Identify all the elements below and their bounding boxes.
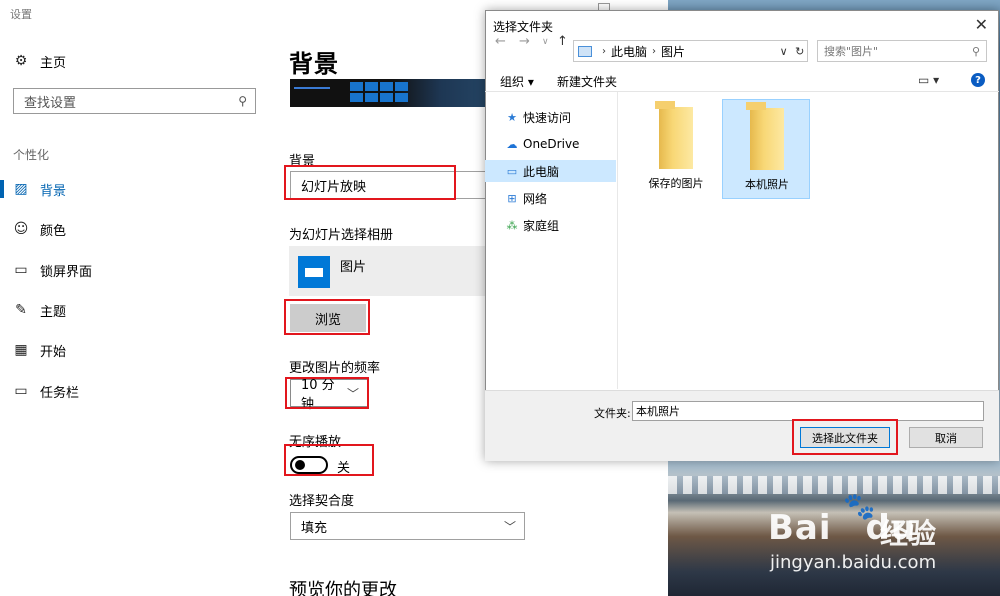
organize-menu[interactable]: 组织 ▾ (500, 73, 534, 90)
nav-item-onedrive[interactable]: ☁ OneDrive (485, 133, 616, 155)
breadcrumb-item[interactable]: 此电脑 (611, 43, 647, 60)
search-icon: ⚲ (971, 44, 980, 58)
sidebar-item-label: 锁屏界面 (40, 264, 93, 280)
window-title: 设置 (10, 8, 32, 21)
sidebar-item-home[interactable]: ⚙ 主页 (12, 49, 66, 73)
nav-item-network[interactable]: ⊞ 网络 (485, 187, 616, 209)
nav-item-quick-access[interactable]: ★ 快速访问 (485, 106, 616, 128)
toggle-state: 关 (337, 461, 351, 476)
folder-name: 保存的图片 (648, 177, 704, 190)
preview-heading: 预览你的更改 (289, 580, 397, 596)
folder-icon (655, 101, 693, 169)
forward-arrow-icon[interactable]: → (519, 34, 530, 49)
folder-field-label: 文件夹: (594, 407, 631, 420)
start-icon: ▦ (14, 342, 28, 358)
search-icon: ⚲ (238, 94, 247, 108)
dropdown-value: 10 分钟 (301, 378, 335, 412)
breadcrumb-item[interactable]: 图片 (661, 43, 685, 60)
computer-icon (578, 45, 592, 57)
computer-icon: ▭ (506, 164, 518, 178)
sidebar-item-label: 背景 (40, 183, 67, 199)
fit-dropdown[interactable]: 填充 ﹀ (290, 512, 525, 540)
frequency-dropdown[interactable]: 10 分钟 ﹀ (290, 378, 368, 412)
fit-label: 选择契合度 (289, 494, 355, 509)
search-placeholder: 查找设置 (24, 95, 77, 111)
shuffle-label: 无序播放 (289, 435, 342, 450)
album-icon (298, 256, 330, 288)
network-icon: ⊞ (507, 191, 517, 205)
sidebar-item-themes[interactable]: ✎ 主题 (12, 298, 66, 322)
dropdown-value: 幻灯片放映 (301, 179, 367, 195)
folder-name: 本机照片 (745, 178, 789, 191)
folder-item[interactable]: 保存的图片 (632, 99, 720, 199)
close-icon[interactable]: ✕ (975, 15, 988, 34)
view-options-icon[interactable]: ▭ ▾ (918, 73, 939, 87)
nav-item-this-pc[interactable]: ▭ 此电脑 (485, 160, 616, 182)
browse-button[interactable]: 浏览 (290, 304, 366, 332)
lockscreen-icon: ▭ (14, 262, 28, 278)
sidebar-item-label: 主页 (40, 55, 67, 71)
section-label: 个性化 (13, 148, 50, 162)
address-bar[interactable]: › 此电脑 › 图片 (573, 40, 808, 62)
folder-icon (746, 102, 784, 170)
sidebar-item-lockscreen[interactable]: ▭ 锁屏界面 (12, 258, 92, 282)
album-name: 图片 (340, 260, 367, 275)
dialog-title: 选择文件夹 (493, 20, 554, 34)
sidebar-item-label: 开始 (40, 344, 67, 360)
folder-name-input[interactable]: 本机照片 (632, 401, 984, 421)
cancel-button[interactable]: 取消 (909, 427, 983, 448)
sidebar-item-taskbar[interactable]: ▭ 任务栏 (12, 379, 79, 403)
active-indicator (0, 180, 4, 198)
new-folder-button[interactable]: 新建文件夹 (557, 73, 617, 90)
watermark-brand-cn: 经验 (880, 517, 937, 550)
background-label: 背景 (289, 154, 316, 169)
dialog-search-input[interactable]: 搜索"图片" ⚲ (817, 40, 987, 62)
album-label: 为幻灯片选择相册 (289, 228, 394, 243)
folder-item[interactable]: 本机照片 (722, 99, 810, 199)
help-icon[interactable]: ? (971, 73, 985, 87)
sidebar-item-label: 颜色 (40, 223, 67, 239)
page-title: 背景 (289, 50, 339, 78)
navigation-pane: ★ 快速访问 ☁ OneDrive ▭ 此电脑 ⊞ 网络 ⁂ 家庭组 (485, 92, 618, 389)
recent-dropdown-icon[interactable]: ∨ (542, 37, 549, 47)
settings-search-input[interactable]: 查找设置 ⚲ (13, 88, 256, 114)
sidebar-item-background[interactable]: ▨ 背景 (12, 177, 66, 201)
chevron-down-icon: ﹀ (503, 519, 516, 534)
palette-icon: ☺ (13, 221, 29, 237)
star-icon: ★ (507, 110, 517, 124)
sidebar-item-label: 任务栏 (40, 385, 80, 401)
homegroup-icon: ⁂ (506, 218, 518, 232)
refresh-icon[interactable]: ↻ (795, 45, 804, 58)
taskbar-icon: ▭ (14, 383, 28, 399)
dropdown-value: 填充 (301, 520, 328, 536)
picture-icon: ▨ (14, 181, 28, 197)
toggle-knob (295, 460, 305, 470)
watermark-url: jingyan.baidu.com (770, 552, 937, 573)
themes-icon: ✎ (15, 302, 27, 318)
sidebar-item-colors[interactable]: ☺ 颜色 (12, 217, 66, 241)
gear-icon: ⚙ (14, 53, 28, 69)
search-placeholder: 搜索"图片" (824, 45, 879, 58)
sidebar-item-label: 主题 (40, 304, 67, 320)
up-arrow-icon[interactable]: ↑ (557, 34, 568, 49)
chevron-down-icon: ﹀ (346, 386, 359, 401)
shuffle-toggle[interactable] (290, 456, 328, 474)
cloud-icon: ☁ (506, 137, 518, 151)
select-folder-button[interactable]: 选择此文件夹 (800, 427, 890, 448)
back-arrow-icon[interactable]: ← (495, 34, 506, 49)
nav-item-homegroup[interactable]: ⁂ 家庭组 (485, 214, 616, 236)
sidebar-item-start[interactable]: ▦ 开始 (12, 338, 66, 362)
chevron-down-icon[interactable]: ∨ (780, 45, 788, 58)
